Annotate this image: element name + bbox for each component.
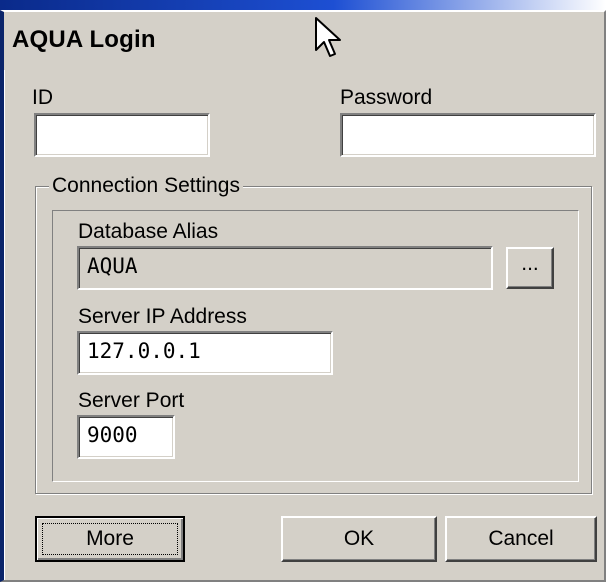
- database-alias-label: Database Alias: [78, 220, 219, 243]
- connection-settings-label: Connection Settings: [49, 174, 243, 198]
- more-button[interactable]: More: [35, 516, 185, 562]
- ok-button[interactable]: OK: [281, 516, 437, 562]
- server-ip-label: Server IP Address: [78, 305, 247, 328]
- background-window-strip: [0, 0, 606, 10]
- cancel-button-label: Cancel: [488, 527, 554, 550]
- window-title: AQUA Login: [12, 26, 156, 53]
- id-field[interactable]: [34, 113, 210, 157]
- mouse-pointer-arrow-icon: [315, 17, 341, 57]
- screen: AQUA Login ID Password Connection Settin…: [0, 0, 606, 582]
- server-port-label: Server Port: [78, 389, 185, 412]
- password-label: Password: [340, 86, 433, 109]
- ok-button-label: OK: [343, 527, 375, 550]
- title-bar[interactable]: AQUA Login: [4, 12, 604, 70]
- server-port-field[interactable]: 9000: [77, 415, 175, 459]
- password-field[interactable]: [340, 113, 596, 157]
- login-dialog: AQUA Login ID Password Connection Settin…: [0, 10, 606, 582]
- browse-alias-button[interactable]: ...: [506, 247, 554, 289]
- cancel-button[interactable]: Cancel: [445, 516, 597, 562]
- more-button-label: More: [86, 527, 134, 550]
- server-ip-field[interactable]: 127.0.0.1: [77, 331, 333, 375]
- id-label: ID: [32, 86, 53, 109]
- database-alias-field[interactable]: AQUA: [77, 246, 493, 290]
